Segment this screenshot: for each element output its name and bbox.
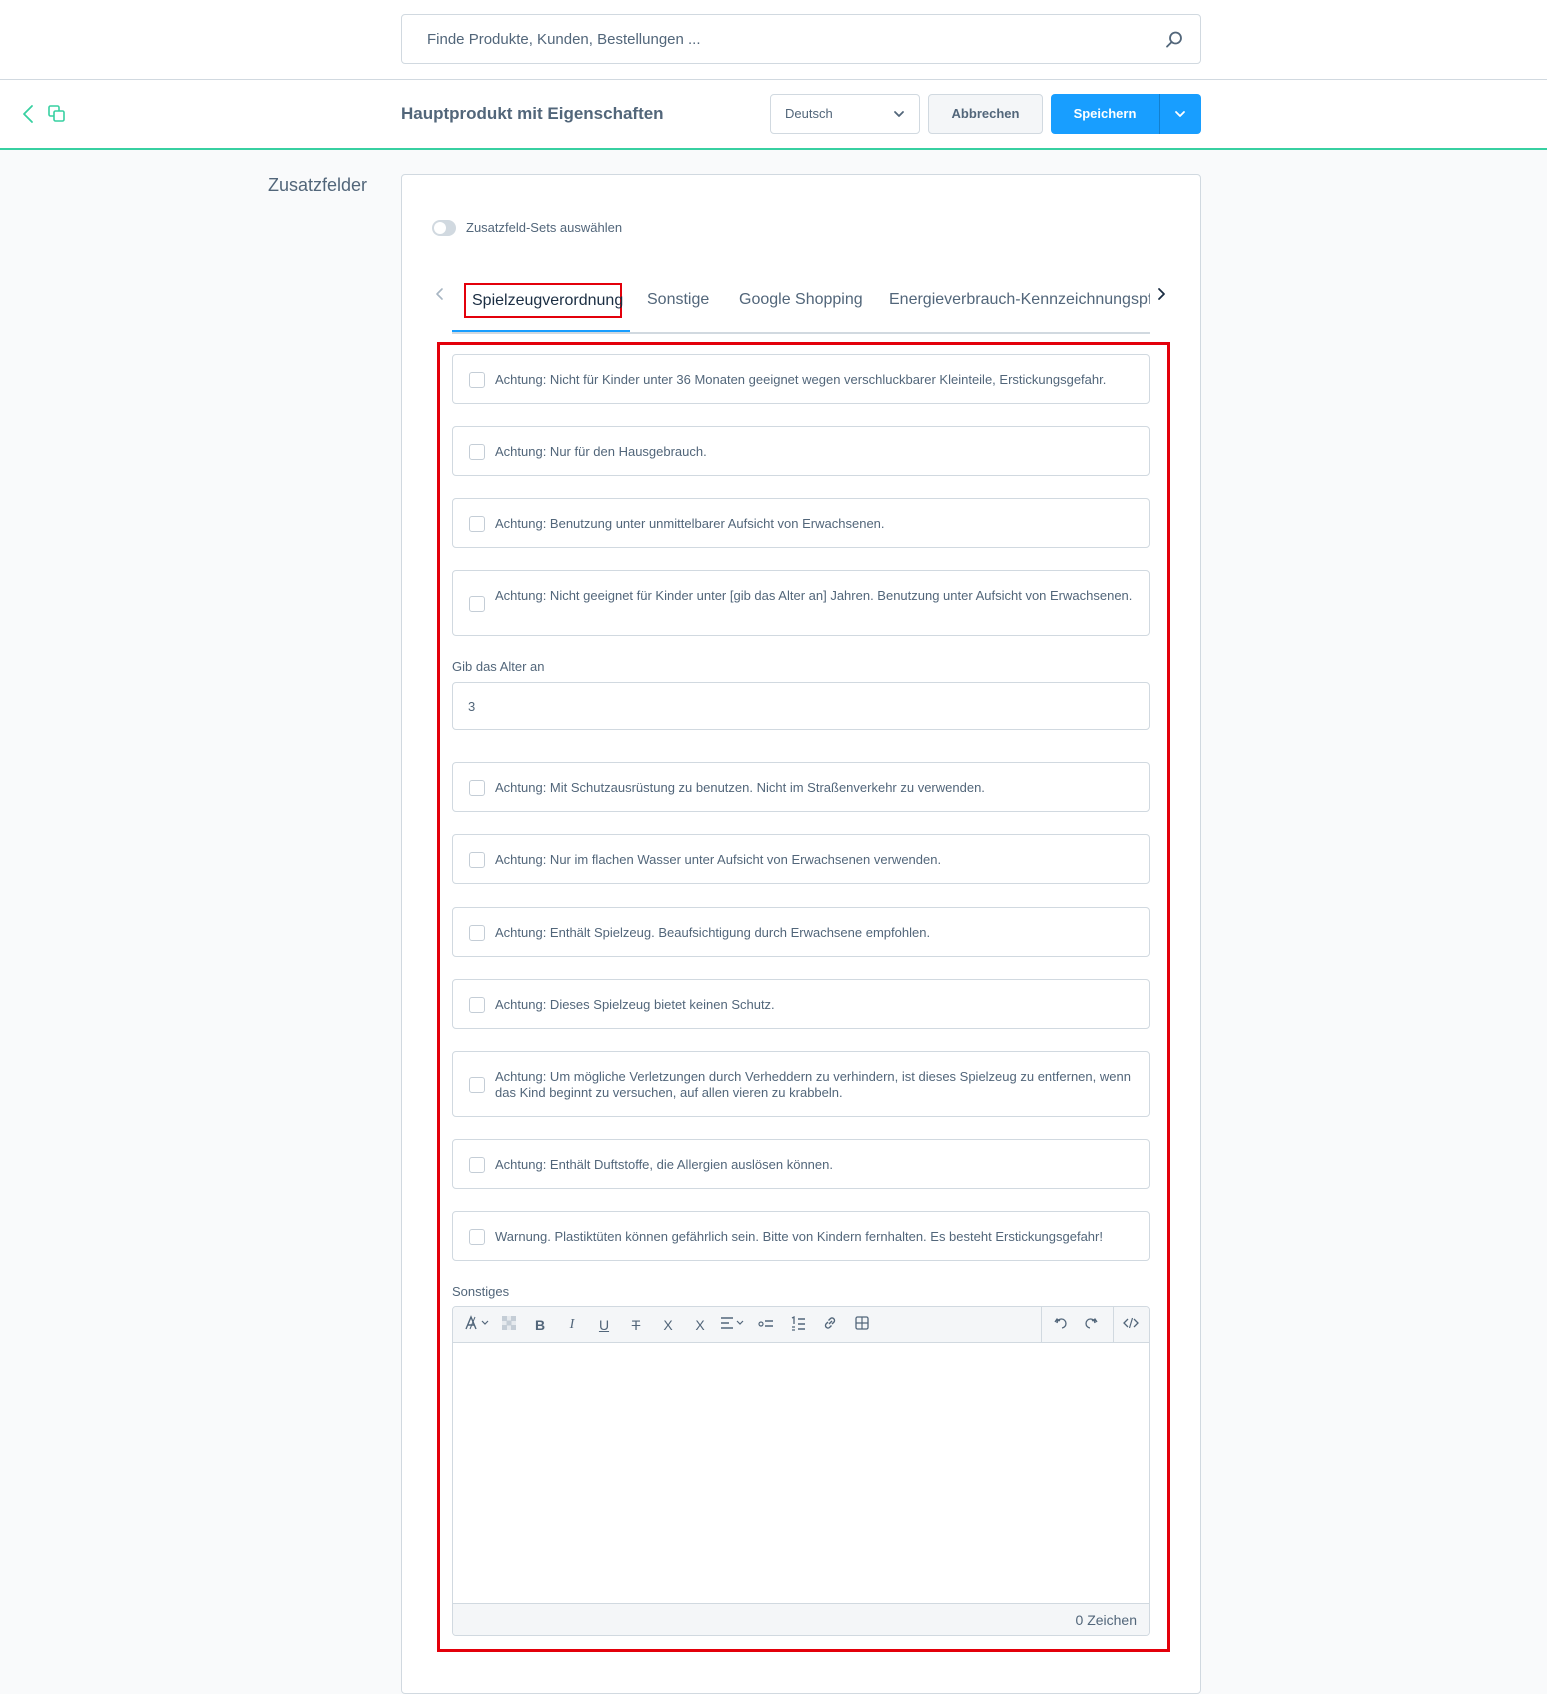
link-icon[interactable] <box>819 1315 841 1335</box>
checkbox-row[interactable]: Achtung: Enthält Spielzeug. Beaufsichtig… <box>452 907 1150 957</box>
age-field-label: Gib das Alter an <box>452 659 545 674</box>
custom-field-sets-toggle-label: Zusatzfeld-Sets auswählen <box>466 220 623 235</box>
checkbox[interactable] <box>469 997 485 1013</box>
checkbox[interactable] <box>469 1077 485 1093</box>
redo-icon[interactable] <box>1081 1315 1103 1335</box>
checkbox[interactable] <box>469 852 485 868</box>
checkbox[interactable] <box>469 1157 485 1173</box>
subscript-icon[interactable]: X <box>689 1315 711 1335</box>
tabs-prev-icon[interactable] <box>433 286 447 302</box>
code-view-icon[interactable] <box>1120 1315 1142 1335</box>
checkbox-row[interactable]: Achtung: Dieses Spielzeug bietet keinen … <box>452 979 1150 1029</box>
active-tab-indicator <box>452 330 630 332</box>
checkbox[interactable] <box>469 444 485 460</box>
language-select-value: Deutsch <box>785 106 833 121</box>
unordered-list-icon[interactable] <box>755 1315 777 1335</box>
checkbox-row[interactable]: Achtung: Mit Schutzausrüstung zu benutze… <box>452 762 1150 812</box>
checkbox[interactable] <box>469 925 485 941</box>
text-color-icon[interactable] <box>498 1315 520 1335</box>
checkbox[interactable] <box>469 372 485 388</box>
toolbar-divider <box>1113 1307 1114 1343</box>
global-search[interactable] <box>401 14 1201 64</box>
search-icon[interactable] <box>1164 30 1184 50</box>
toolbar-divider <box>1041 1307 1042 1343</box>
duplicate-icon[interactable] <box>47 104 67 124</box>
tabs-next-icon[interactable] <box>1154 286 1168 302</box>
top-bar <box>0 0 1547 80</box>
editor-content-area[interactable] <box>453 1343 1149 1603</box>
tab-google-shopping[interactable]: Google Shopping <box>739 280 863 332</box>
smart-bar: Hauptprodukt mit Eigenschaften Deutsch A… <box>0 80 1547 150</box>
checkbox-row[interactable]: Warnung. Plastiktüten können gefährlich … <box>452 1211 1150 1261</box>
save-options-button[interactable] <box>1160 94 1201 134</box>
checkbox[interactable] <box>469 1229 485 1245</box>
chevron-down-icon <box>1175 111 1185 117</box>
char-count: 0 Zeichen <box>1075 1612 1137 1628</box>
underline-icon[interactable]: U <box>593 1315 615 1335</box>
table-icon[interactable] <box>851 1315 873 1335</box>
checkbox-label: Achtung: Nicht für Kinder unter 36 Monat… <box>495 372 1107 387</box>
checkbox-row[interactable]: Achtung: Um mögliche Verletzungen durch … <box>452 1051 1150 1117</box>
rich-text-editor: B I U T X X 0 Zeichen <box>452 1306 1150 1636</box>
chevron-down-icon <box>894 111 904 117</box>
language-select[interactable]: Deutsch <box>770 94 920 134</box>
section-label: Zusatzfelder <box>268 175 368 195</box>
age-input[interactable] <box>453 683 1149 729</box>
checkbox-label: Achtung: Um mögliche Verletzungen durch … <box>495 1069 1131 1100</box>
checkbox[interactable] <box>469 516 485 532</box>
bold-icon[interactable]: B <box>529 1315 551 1335</box>
cancel-button[interactable]: Abbrechen <box>928 94 1043 134</box>
checkbox-label: Achtung: Enthält Duftstoffe, die Allergi… <box>495 1157 833 1172</box>
save-button[interactable]: Speichern <box>1051 94 1159 134</box>
checkbox-row[interactable]: Achtung: Enthält Duftstoffe, die Allergi… <box>452 1139 1150 1189</box>
chevron-left-icon[interactable] <box>18 102 40 126</box>
checkbox[interactable] <box>469 780 485 796</box>
tab-energieverbrauch[interactable]: Energieverbrauch-Kennzeichnungspflicht <box>889 280 1150 332</box>
checkbox-label: Achtung: Dieses Spielzeug bietet keinen … <box>495 997 775 1012</box>
ordered-list-icon[interactable] <box>787 1315 809 1335</box>
strikethrough-icon[interactable]: T <box>625 1315 647 1335</box>
checkbox-label: Achtung: Benutzung unter unmittelbarer A… <box>495 516 885 531</box>
align-icon[interactable] <box>719 1315 747 1335</box>
editor-label: Sonstiges <box>452 1284 510 1299</box>
tab-sonstige[interactable]: Sonstige <box>647 280 709 332</box>
page-title: Hauptprodukt mit Eigenschaften <box>401 104 664 123</box>
checkbox-row[interactable]: Achtung: Nur im flachen Wasser unter Auf… <box>452 834 1150 884</box>
checkbox-label: Achtung: Nur im flachen Wasser unter Auf… <box>495 852 942 867</box>
italic-icon[interactable]: I <box>561 1315 583 1335</box>
custom-field-sets-toggle[interactable] <box>432 220 456 236</box>
checkbox-label: Achtung: Enthält Spielzeug. Beaufsichtig… <box>495 925 931 940</box>
custom-field-tabs: Spielzeugverordnung Sonstige Google Shop… <box>452 280 1150 334</box>
editor-footer: 0 Zeichen <box>453 1603 1149 1635</box>
checkbox-label: Warnung. Plastiktüten können gefährlich … <box>495 1229 1103 1244</box>
age-field[interactable] <box>452 682 1150 730</box>
text-style-icon[interactable] <box>463 1315 493 1335</box>
checkbox-label: Achtung: Nur für den Hausgebrauch. <box>495 444 707 459</box>
search-input[interactable] <box>402 15 1200 63</box>
undo-icon[interactable] <box>1049 1315 1071 1335</box>
checkbox-row[interactable]: Achtung: Nur für den Hausgebrauch. <box>452 426 1150 476</box>
checkbox-row[interactable]: Achtung: Nicht für Kinder unter 36 Monat… <box>452 354 1150 404</box>
save-button-group: Speichern <box>1051 94 1201 134</box>
checkbox-row[interactable]: Achtung: Nicht geeignet für Kinder unter… <box>452 570 1150 636</box>
checkbox[interactable] <box>469 596 485 612</box>
checkbox-row[interactable]: Achtung: Benutzung unter unmittelbarer A… <box>452 498 1150 548</box>
editor-toolbar: B I U T X X <box>453 1307 1149 1343</box>
checkbox-label: Achtung: Mit Schutzausrüstung zu benutze… <box>495 780 985 795</box>
superscript-icon[interactable]: X <box>657 1315 679 1335</box>
checkbox-label: Achtung: Nicht geeignet für Kinder unter… <box>495 588 1133 603</box>
tab-spielzeugverordnung[interactable]: Spielzeugverordnung <box>464 283 623 318</box>
